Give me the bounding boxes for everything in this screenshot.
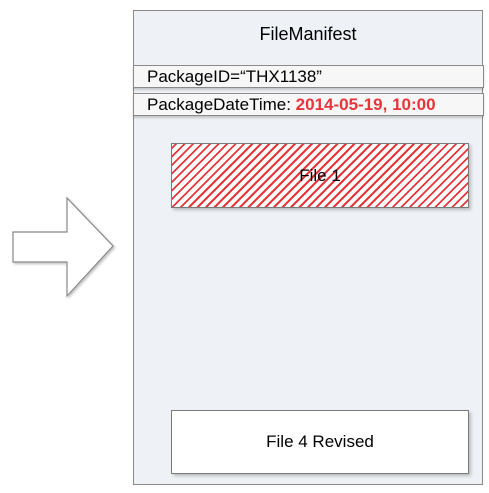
file-4-revised-box: File 4 Revised <box>171 410 469 474</box>
package-datetime-field: PackageDateTime: 2014-05-19, 10:00 <box>133 93 484 116</box>
package-datetime-label: PackageDateTime: <box>147 95 296 114</box>
file-4-revised-label: File 4 Revised <box>266 432 374 451</box>
package-id-text: PackageID=“THX1138” <box>147 67 322 86</box>
package-id-field: PackageID=“THX1138” <box>133 65 484 88</box>
right-arrow-icon <box>12 196 114 298</box>
file-1-box: File 1 <box>171 143 469 208</box>
manifest-title: FileManifest <box>259 24 357 44</box>
file-1-label: File 1 <box>299 166 341 185</box>
package-datetime-value: 2014-05-19, 10:00 <box>295 95 436 114</box>
file-manifest-panel: FileManifest PackageID=“THX1138” Package… <box>133 10 484 485</box>
